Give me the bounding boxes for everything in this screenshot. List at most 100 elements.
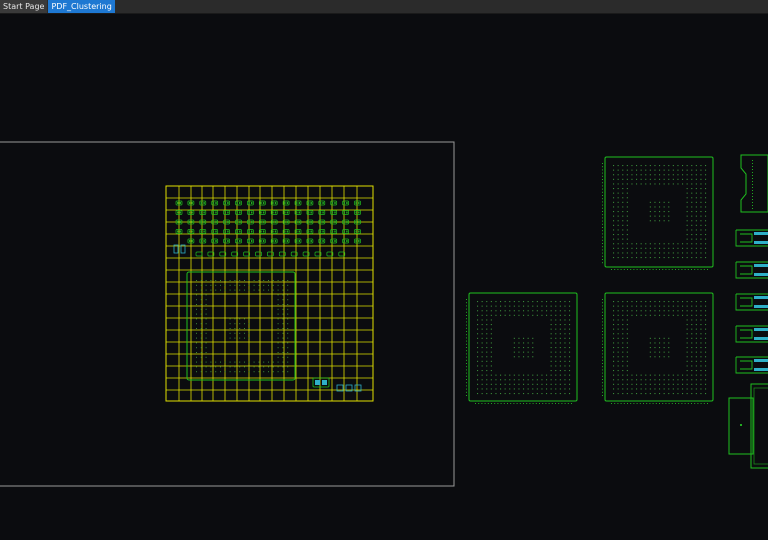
ball [477, 388, 479, 390]
ball [481, 383, 483, 385]
ball [682, 301, 684, 303]
passive-component[interactable] [235, 210, 242, 215]
passive-component[interactable] [247, 238, 254, 244]
component-footprint[interactable] [750, 383, 768, 469]
ball [691, 192, 693, 194]
passive-component[interactable] [199, 210, 207, 215]
ball [668, 314, 670, 316]
ball [705, 301, 707, 303]
passive-component[interactable] [223, 200, 230, 206]
ball [272, 366, 274, 368]
ball [263, 371, 265, 373]
passive-component[interactable] [235, 238, 242, 244]
ball [640, 310, 642, 312]
passive-component[interactable] [354, 238, 361, 244]
passive-component[interactable] [211, 238, 219, 244]
ball [287, 371, 289, 373]
connector-footprint[interactable] [735, 229, 768, 247]
ball [229, 323, 231, 325]
layout-canvas-svg[interactable] [0, 14, 768, 540]
passive-component[interactable] [211, 210, 219, 215]
ic-footprint-placed[interactable] [186, 271, 296, 381]
pad [224, 240, 226, 242]
passive-component[interactable] [223, 238, 230, 244]
connector-footprint[interactable] [735, 293, 768, 311]
passive-component[interactable] [247, 200, 254, 206]
ball [700, 333, 702, 335]
pad [296, 240, 298, 242]
ball [486, 337, 488, 339]
ic-footprint[interactable] [466, 292, 578, 404]
passive-component[interactable] [211, 229, 219, 234]
connector-footprint[interactable] [735, 356, 768, 374]
passive-component[interactable] [223, 229, 230, 234]
passive-component[interactable] [342, 210, 349, 215]
pin [752, 208, 753, 209]
pin [630, 403, 632, 404]
ball [645, 178, 647, 180]
connector-footprint[interactable] [740, 154, 768, 213]
ball [645, 310, 647, 312]
passive-component[interactable] [223, 210, 230, 215]
ball [672, 169, 674, 171]
ball [277, 361, 279, 363]
tab-pdf-clustering[interactable]: PDF_Clustering [48, 0, 115, 13]
ic-footprint[interactable] [602, 156, 714, 270]
passive-component[interactable] [199, 238, 207, 244]
connector-footprint[interactable] [735, 325, 768, 343]
ball [258, 289, 260, 291]
ball [654, 342, 656, 344]
pin [513, 403, 515, 404]
ball [654, 388, 656, 390]
pad [227, 240, 229, 242]
layout-canvas[interactable] [0, 14, 768, 540]
passive-component[interactable] [199, 229, 207, 234]
unplaced-ic-footprints[interactable] [466, 156, 714, 404]
passive-component[interactable] [354, 210, 361, 215]
ball [200, 347, 202, 349]
pin [752, 178, 753, 179]
ball [523, 351, 525, 353]
connector-footprint[interactable] [735, 261, 768, 279]
passive-component[interactable] [211, 200, 219, 206]
ball [550, 314, 552, 316]
ball [640, 379, 642, 381]
passive-component[interactable] [235, 229, 242, 234]
tab-start-page[interactable]: Start Page [0, 0, 48, 13]
passive-component[interactable] [199, 200, 207, 206]
passive-component[interactable] [342, 229, 349, 234]
passive-component[interactable] [195, 251, 203, 257]
passive-component[interactable] [342, 238, 349, 244]
ic-footprint[interactable] [602, 292, 714, 404]
ball [205, 313, 207, 315]
ball [686, 224, 688, 226]
pin [684, 269, 686, 270]
passive-component[interactable] [255, 251, 262, 257]
ball [569, 342, 571, 344]
ball [700, 229, 702, 231]
connector-footprints[interactable] [728, 154, 768, 469]
passive-component[interactable] [235, 200, 242, 206]
passive-component[interactable] [247, 210, 254, 215]
ball [677, 393, 679, 395]
ball [672, 310, 674, 312]
pin [491, 403, 492, 404]
ball [631, 393, 633, 395]
ball [244, 328, 245, 329]
passive-component[interactable] [342, 200, 349, 206]
passive-component[interactable] [354, 229, 361, 234]
passive-component[interactable] [354, 200, 361, 206]
ball [569, 379, 571, 381]
ball [234, 332, 236, 334]
ball [700, 238, 702, 240]
ball [636, 305, 638, 307]
passive-component[interactable] [267, 251, 274, 257]
ball [677, 310, 679, 312]
ball [700, 165, 702, 167]
ball [234, 328, 236, 329]
passive-component[interactable] [247, 229, 254, 234]
ball [659, 374, 661, 376]
ball [617, 211, 619, 213]
ball [663, 351, 665, 353]
ball [555, 301, 557, 303]
